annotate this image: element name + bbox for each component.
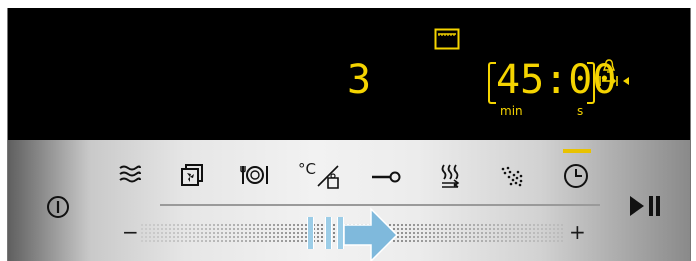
key-lock-icon[interactable] <box>371 170 401 184</box>
dish-icon[interactable] <box>240 164 270 186</box>
temperature-label: °C <box>298 160 316 178</box>
rapid-heat-icon[interactable] <box>440 163 462 189</box>
cleaning-icon[interactable] <box>499 165 525 187</box>
power-icon[interactable] <box>44 193 72 221</box>
time-bracket-left <box>488 62 496 104</box>
minus-button[interactable]: − <box>122 220 139 244</box>
active-indicator <box>563 149 591 153</box>
unit-seconds: s <box>577 104 584 118</box>
unit-minutes: min <box>500 104 523 118</box>
plus-button[interactable]: + <box>569 220 586 244</box>
frame-left-edge <box>0 8 8 261</box>
hot-air-icon[interactable] <box>180 164 204 188</box>
heating-mode-icon[interactable] <box>118 163 142 185</box>
slider-marker-2 <box>325 217 332 249</box>
oven-control-panel: 3 45:00 min s °C − + <box>0 0 696 261</box>
temperature-weight-icon[interactable] <box>316 162 342 192</box>
start-pause-icon[interactable] <box>628 193 662 219</box>
oven-icon <box>434 28 460 50</box>
level-readout: 3 <box>347 57 373 103</box>
clock-icon[interactable] <box>562 162 590 190</box>
swipe-arrow-icon <box>343 207 399 261</box>
bell-icon <box>602 59 616 73</box>
time-bracket-right <box>587 62 595 104</box>
frame-right-edge <box>690 8 696 261</box>
slider-marker-1 <box>307 217 314 249</box>
timer-end-icon <box>599 76 629 86</box>
